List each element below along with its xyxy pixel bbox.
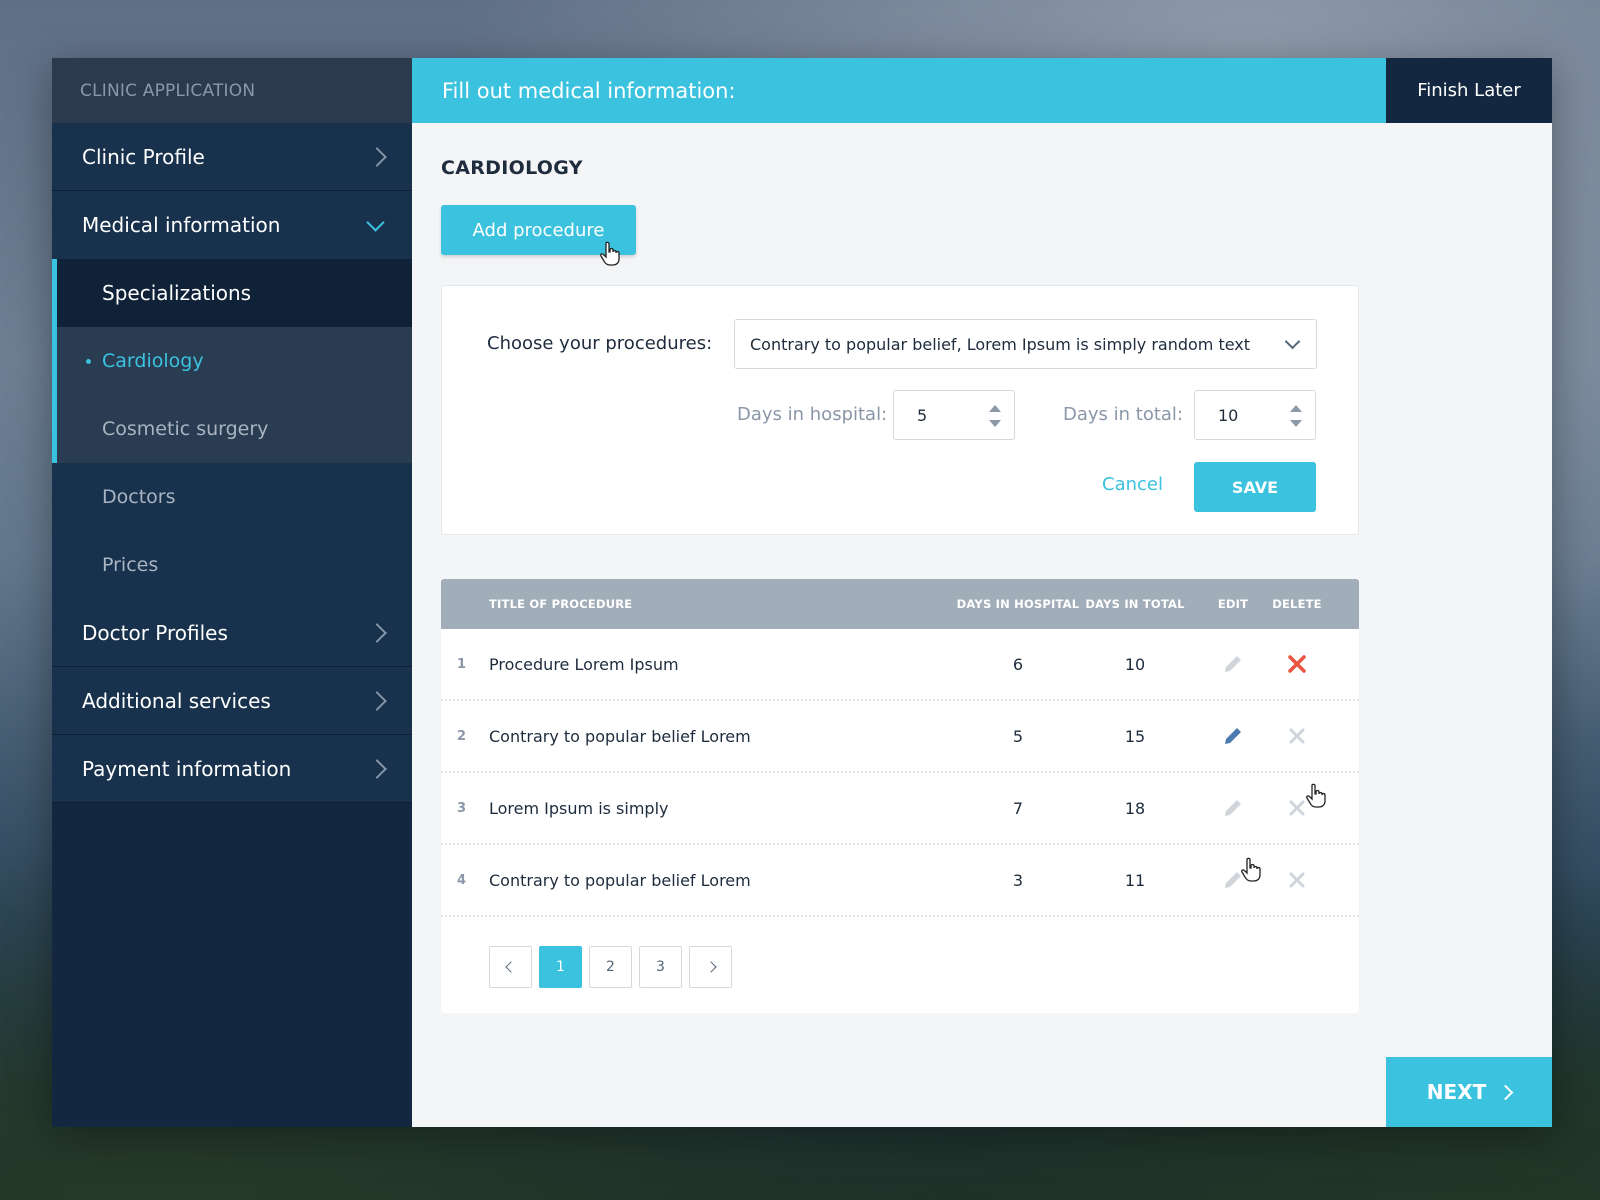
sidebar-item-label: Cosmetic surgery <box>102 418 269 440</box>
close-icon[interactable] <box>1287 870 1307 890</box>
section-title: CARDIOLOGY <box>441 157 583 179</box>
choose-procedures-label: Choose your procedures: <box>487 333 713 354</box>
row-number: 3 <box>457 800 467 816</box>
row-title: Contrary to popular belief Lorem <box>489 726 751 746</box>
cancel-button[interactable]: Cancel <box>1102 474 1163 495</box>
topbar: Fill out medical information: Finish Lat… <box>412 58 1552 123</box>
close-icon[interactable] <box>1287 726 1307 746</box>
sidebar-fill <box>52 803 412 1127</box>
days-total-label: Days in total: <box>1063 404 1183 425</box>
row-total: 15 <box>1124 726 1146 746</box>
row-total: 11 <box>1124 870 1146 890</box>
sidebar-item-label: Additional services <box>82 688 271 713</box>
chevron-down-icon <box>1284 333 1301 350</box>
header-title: TITLE OF PROCEDURE <box>489 597 633 611</box>
sidebar-item-prices[interactable]: Prices <box>52 531 412 599</box>
header-hospital: DAYS IN HOSPITAL <box>956 597 1080 611</box>
medical-submenu: Specializations Cardiology Cosmetic surg… <box>52 259 412 463</box>
pagination-page-1[interactable]: 1 <box>539 946 582 988</box>
sidebar-header: CLINIC APPLICATION <box>52 58 412 123</box>
days-total-value: 10 <box>1218 405 1239 425</box>
row-total: 10 <box>1124 654 1146 674</box>
row-title: Procedure Lorem Ipsum <box>489 654 679 674</box>
chevron-right-icon <box>1497 1084 1514 1100</box>
days-hospital-label: Days in hospital: <box>737 404 888 425</box>
table-row: 2 Contrary to popular belief Lorem 5 15 <box>441 701 1359 773</box>
days-hospital-input[interactable]: 5 <box>893 390 1015 440</box>
pencil-icon[interactable] <box>1222 725 1244 747</box>
pencil-icon[interactable] <box>1222 869 1244 891</box>
chevron-right-icon <box>367 622 387 643</box>
add-procedure-button[interactable]: Add procedure <box>441 205 636 255</box>
table-row: 1 Procedure Lorem Ipsum 6 10 <box>441 629 1359 701</box>
chevron-right-icon <box>367 690 387 711</box>
sidebar-item-label: Prices <box>102 554 159 576</box>
sidebar-item-label: Medical information <box>82 213 281 237</box>
chevron-right-icon <box>704 961 717 973</box>
sidebar: CLINIC APPLICATION Clinic Profile Medica… <box>52 58 412 1127</box>
sidebar-item-clinic-profile[interactable]: Clinic Profile <box>52 123 412 191</box>
row-hospital: 6 <box>1012 654 1024 674</box>
content-area: CARDIOLOGY Add procedure Choose your pro… <box>412 123 1552 1047</box>
chevron-right-icon <box>367 146 387 167</box>
sidebar-item-payment-information[interactable]: Payment information <box>52 735 412 803</box>
row-title: Lorem Ipsum is simply <box>489 798 669 818</box>
row-title: Contrary to popular belief Lorem <box>489 870 751 890</box>
row-hospital: 3 <box>1012 870 1024 890</box>
finish-later-button[interactable]: Finish Later <box>1386 58 1552 123</box>
sidebar-item-label: Payment information <box>82 756 292 781</box>
pagination-page-2[interactable]: 2 <box>589 946 632 988</box>
procedure-form: Choose your procedures: Contrary to popu… <box>441 285 1359 535</box>
sidebar-item-label: Doctors <box>102 486 176 508</box>
chevron-left-icon <box>504 961 517 973</box>
sidebar-item-doctor-profiles[interactable]: Doctor Profiles <box>52 599 412 667</box>
row-hospital: 5 <box>1012 726 1024 746</box>
sidebar-item-cardiology[interactable]: Cardiology <box>57 327 412 395</box>
sidebar-item-specializations[interactable]: Specializations <box>57 259 412 327</box>
procedures-table: TITLE OF PROCEDURE DAYS IN HOSPITAL DAYS… <box>441 579 1359 1013</box>
sidebar-item-additional-services[interactable]: Additional services <box>52 667 412 735</box>
stepper-icon[interactable] <box>988 403 1002 429</box>
save-button[interactable]: SAVE <box>1194 462 1316 512</box>
row-number: 1 <box>457 656 467 672</box>
page-title: Fill out medical information: <box>412 58 1386 123</box>
header-total: DAYS IN TOTAL <box>1085 597 1185 611</box>
table-row: 4 Contrary to popular belief Lorem 3 11 <box>441 845 1359 917</box>
header-edit: EDIT <box>1217 597 1249 611</box>
table-row: 3 Lorem Ipsum is simply 7 18 <box>441 773 1359 845</box>
days-hospital-value: 5 <box>917 405 928 425</box>
row-total: 18 <box>1124 798 1146 818</box>
pagination-prev[interactable] <box>489 946 532 988</box>
sidebar-item-label: Cardiology <box>102 350 204 372</box>
row-number: 2 <box>457 728 467 744</box>
pencil-icon[interactable] <box>1222 653 1244 675</box>
pagination-page-3[interactable]: 3 <box>639 946 682 988</box>
pencil-icon[interactable] <box>1222 797 1244 819</box>
row-hospital: 7 <box>1012 798 1024 818</box>
next-button[interactable]: NEXT <box>1386 1057 1552 1127</box>
row-number: 4 <box>457 872 467 888</box>
stepper-icon[interactable] <box>1289 403 1303 429</box>
procedure-select-value: Contrary to popular belief, Lorem Ipsum … <box>750 334 1251 354</box>
pagination-next[interactable] <box>689 946 732 988</box>
procedure-select[interactable]: Contrary to popular belief, Lorem Ipsum … <box>734 319 1317 369</box>
sidebar-item-label: Doctor Profiles <box>82 620 228 645</box>
app-window: CLINIC APPLICATION Clinic Profile Medica… <box>52 58 1552 1127</box>
sidebar-item-medical-information[interactable]: Medical information <box>52 191 412 259</box>
pagination: 1 2 3 <box>441 917 1359 1013</box>
sidebar-item-doctors[interactable]: Doctors <box>52 463 412 531</box>
close-icon[interactable] <box>1287 654 1307 674</box>
sidebar-item-label: Clinic Profile <box>82 144 205 169</box>
header-delete: DELETE <box>1272 597 1322 611</box>
sidebar-item-label: Specializations <box>102 281 252 305</box>
next-button-label: NEXT <box>1426 1080 1487 1104</box>
chevron-right-icon <box>367 758 387 779</box>
days-total-input[interactable]: 10 <box>1194 390 1316 440</box>
chevron-down-icon <box>366 212 385 232</box>
table-header: TITLE OF PROCEDURE DAYS IN HOSPITAL DAYS… <box>441 579 1359 629</box>
sidebar-item-cosmetic-surgery[interactable]: Cosmetic surgery <box>57 395 412 463</box>
close-icon[interactable] <box>1287 798 1307 818</box>
main-panel: Fill out medical information: Finish Lat… <box>412 58 1552 1127</box>
